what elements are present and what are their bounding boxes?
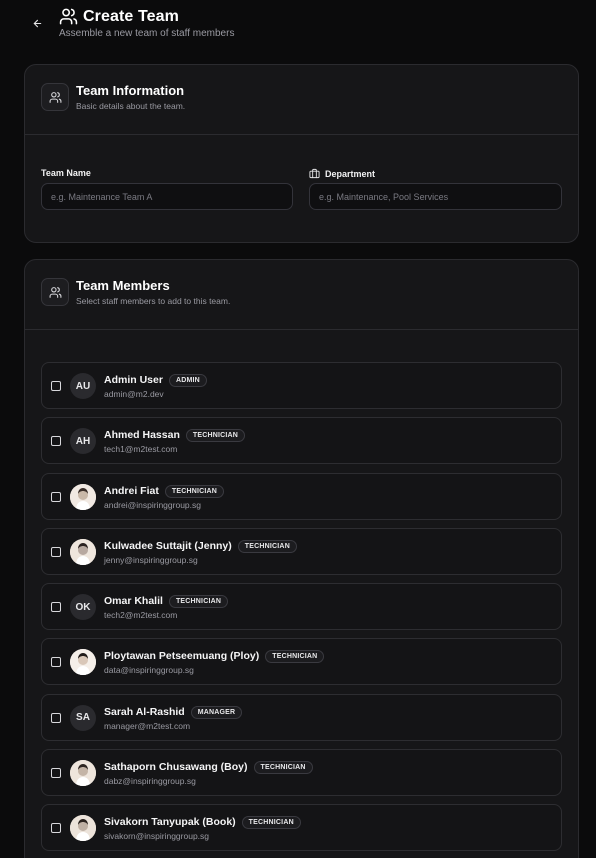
- member-email: sivakorn@inspiringgroup.sg: [104, 831, 210, 842]
- role-badge: TECHNICIAN: [168, 595, 229, 609]
- member-name: Admin User: [104, 374, 163, 386]
- team-members-title: Team Members: [76, 278, 170, 293]
- member-checkbox[interactable]: [51, 712, 61, 723]
- team-name-label-text: Team Name: [41, 168, 91, 178]
- member-name-line: Sivakorn Tanyupak (Book) TECHNICIAN: [104, 816, 301, 830]
- member-name: Sivakorn Tanyupak (Book): [104, 816, 236, 829]
- team-members-icon-box: [41, 278, 69, 306]
- member-list: AU Admin User ADMIN admin@m2.dev AH Ahmed Has…: [41, 362, 562, 858]
- avatar-initials: AH: [75, 435, 91, 447]
- member-name: Ahmed Hassan: [104, 429, 180, 442]
- avatar-photo-icon: [70, 649, 96, 676]
- avatar: SA: [70, 704, 96, 731]
- member-checkbox[interactable]: [51, 768, 61, 779]
- member-name: Sarah Al-Rashid: [104, 705, 185, 718]
- avatar: AU: [70, 373, 96, 399]
- member-checkbox[interactable]: [51, 436, 61, 447]
- users-icon: [49, 286, 61, 298]
- team-information-title: Team Information: [76, 83, 185, 98]
- avatar-photo-icon: [70, 815, 96, 842]
- department-input[interactable]: [309, 183, 562, 210]
- member-checkbox[interactable]: [51, 657, 61, 668]
- team-members-header: Team Members Select staff members to add…: [25, 260, 578, 330]
- avatar: OK: [70, 594, 96, 621]
- team-name-input[interactable]: [41, 183, 293, 210]
- page-title: Create Team: [83, 8, 179, 25]
- role-badge: TECHNICIAN: [265, 650, 325, 664]
- team-name-label: Team Name: [41, 168, 91, 178]
- back-button[interactable]: [27, 13, 47, 33]
- role-badge: TECHNICIAN: [253, 761, 313, 775]
- member-checkbox[interactable]: [51, 491, 61, 502]
- member-name-line: Omar Khalil TECHNICIAN: [104, 595, 229, 609]
- role-badge: ADMIN: [168, 374, 207, 387]
- avatar-photo-icon: [70, 538, 96, 565]
- team-information-header: Team Information Basic details about the…: [25, 65, 578, 135]
- member-checkbox[interactable]: [51, 602, 61, 613]
- member-row[interactable]: SA Sarah Al-Rashid MANAGER manager@m2test.c…: [41, 693, 562, 741]
- member-email: manager@m2test.com: [104, 720, 191, 731]
- role-badge: TECHNICIAN: [237, 539, 297, 553]
- member-name-line: Kulwadee Suttajit (Jenny) TECHNICIAN: [104, 539, 297, 553]
- member-row[interactable]: AU Admin User ADMIN admin@m2.dev: [41, 362, 562, 409]
- member-row[interactable]: OK Omar Khalil TECHNICIAN tech2@m2test.com: [41, 583, 562, 631]
- member-email: tech2@m2test.com: [104, 610, 178, 621]
- member-name-line: Ploytawan Petseemuang (Ploy) TECHNICIAN: [104, 650, 325, 664]
- role-badge: TECHNICIAN: [241, 816, 301, 830]
- role-badge: TECHNICIAN: [185, 429, 246, 443]
- avatar-initials: OK: [75, 601, 91, 613]
- member-row[interactable]: Ploytawan Petseemuang (Ploy) TECHNICIAN da…: [41, 638, 562, 686]
- member-email: andrei@inspiringgroup.sg: [104, 499, 201, 510]
- member-name: Kulwadee Suttajit (Jenny): [104, 539, 232, 552]
- member-checkbox[interactable]: [51, 823, 61, 834]
- page-header: Create Team Assemble a new team of staff…: [0, 0, 596, 60]
- member-name-line: Admin User ADMIN: [104, 374, 207, 387]
- member-checkbox[interactable]: [51, 381, 61, 391]
- member-name-line: Sarah Al-Rashid MANAGER: [104, 705, 243, 719]
- briefcase-icon: [309, 168, 320, 179]
- member-email: dabz@inspiringgroup.sg: [104, 776, 196, 787]
- page-subtitle: Assemble a new team of staff members: [59, 28, 235, 39]
- avatar: [70, 538, 96, 565]
- users-icon: [59, 8, 78, 25]
- avatar: [70, 483, 96, 510]
- team-information-card: Team Information Basic details about the…: [24, 64, 579, 243]
- avatar: AH: [70, 428, 96, 455]
- users-icon: [49, 91, 61, 103]
- team-members-description: Select staff members to add to this team…: [76, 296, 231, 306]
- avatar-initials: AU: [75, 380, 91, 392]
- avatar: [70, 649, 96, 676]
- member-name: Omar Khalil: [104, 595, 163, 608]
- member-name: Sathaporn Chusawang (Boy): [104, 761, 248, 774]
- role-badge: MANAGER: [190, 705, 243, 719]
- member-email: jenny@inspiringgroup.sg: [104, 554, 198, 565]
- member-email: tech1@m2test.com: [104, 444, 178, 455]
- team-information-description: Basic details about the team.: [76, 101, 186, 111]
- avatar: [70, 760, 96, 787]
- arrow-left-icon: [33, 19, 41, 27]
- member-row[interactable]: Kulwadee Suttajit (Jenny) TECHNICIAN jenny…: [41, 527, 562, 575]
- member-row[interactable]: Sivakorn Tanyupak (Book) TECHNICIAN sivako…: [41, 804, 562, 852]
- member-row[interactable]: AH Ahmed Hassan TECHNICIAN tech1@m2test.com: [41, 417, 562, 465]
- department-label: Department: [309, 168, 375, 179]
- member-checkbox[interactable]: [51, 546, 61, 557]
- member-name-line: Andrei Fiat TECHNICIAN: [104, 484, 225, 498]
- avatar-photo-icon: [70, 483, 96, 510]
- team-information-icon-box: [41, 83, 69, 111]
- avatar-photo-icon: [70, 760, 96, 787]
- member-row[interactable]: Andrei Fiat TECHNICIAN andrei@inspiringgro…: [41, 472, 562, 520]
- member-row[interactable]: Sathaporn Chusawang (Boy) TECHNICIAN dabz@…: [41, 749, 562, 797]
- department-label-text: Department: [325, 168, 376, 179]
- member-email: data@inspiringgroup.sg: [104, 665, 194, 676]
- member-name: Andrei Fiat: [104, 484, 159, 497]
- team-members-card: Team Members Select staff members to add…: [24, 259, 579, 858]
- member-name-line: Sathaporn Chusawang (Boy) TECHNICIAN: [104, 761, 313, 775]
- avatar: [70, 815, 96, 842]
- role-badge: TECHNICIAN: [164, 484, 225, 498]
- member-name-line: Ahmed Hassan TECHNICIAN: [104, 429, 246, 443]
- avatar-initials: SA: [76, 712, 90, 724]
- member-email: admin@m2.dev: [104, 389, 164, 399]
- member-name: Ploytawan Petseemuang (Ploy): [104, 650, 260, 663]
